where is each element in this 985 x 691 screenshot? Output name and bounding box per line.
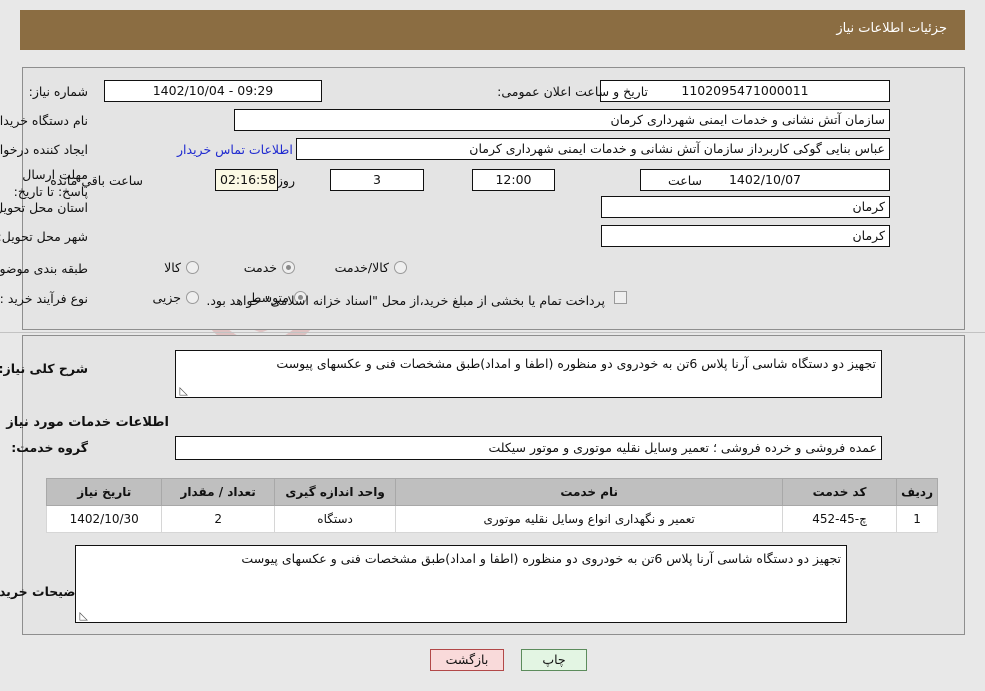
cell-quantity: 2 — [161, 505, 275, 533]
radio-dot-icon — [394, 261, 407, 274]
radio-purchase-jozei[interactable]: جزیی — [152, 290, 199, 305]
buyer-contact-link[interactable]: اطلاعات تماس خریدار — [177, 142, 293, 157]
table-row: 1 چ-45-452 تعمیر و نگهداری انواع وسایل ن… — [45, 505, 938, 533]
field-remaining-days: 3 — [330, 169, 424, 191]
cell-unit: دستگاه — [273, 505, 397, 533]
back-button[interactable]: بازگشت — [430, 649, 504, 671]
radio-category-kala-khedmat[interactable]: کالا/خدمت — [335, 260, 407, 275]
field-requester: عباس بنایی گوکی کاربرداز سازمان آتش نشان… — [296, 138, 890, 160]
radio-label: خدمت — [243, 260, 277, 275]
services-table: ردیف کد خدمت نام خدمت واحد اندازه گیری ت… — [45, 478, 938, 533]
buyer-notes-text: تجهیز دو دستگاه شاسی آرنا پلاس 6تن به خو… — [241, 551, 841, 566]
label-service-group: گروه خدمت: — [11, 440, 88, 455]
label-city: شهر محل تحویل: — [0, 229, 88, 244]
label-announce-datetime: تاریخ و ساعت اعلان عمومی: — [497, 84, 648, 99]
label-category: طبقه بندی موضوعی: — [0, 261, 88, 276]
print-button[interactable]: چاپ — [521, 649, 587, 671]
table-header-row: ردیف کد خدمت نام خدمت واحد اندازه گیری ت… — [45, 478, 938, 506]
cell-service-code: چ-45-452 — [781, 505, 898, 533]
field-announce-datetime: 1402/10/04 - 09:29 — [104, 80, 322, 102]
th-need-date: تاریخ نیاز — [45, 478, 163, 506]
field-buyer-org: سازمان آتش نشانی و خدمات ایمنی شهرداری ک… — [234, 109, 890, 131]
label-countdown-suffix: ساعت باقي مانده — [50, 173, 143, 188]
field-need-summary: تجهیز دو دستگاه شاسی آرنا پلاس 6تن به خو… — [175, 350, 882, 398]
cell-radif: 1 — [896, 505, 938, 533]
page-root: AriaTender.net جزئیات اطلاعات نیاز شماره… — [0, 0, 985, 691]
field-province: کرمان — [601, 196, 890, 218]
radio-category-khedmat[interactable]: خدمت — [244, 260, 295, 275]
need-summary-text: تجهیز دو دستگاه شاسی آرنا پلاس 6تن به خو… — [276, 356, 876, 371]
label-purchase-type: نوع فرآیند خرید : — [0, 291, 88, 306]
page-title: جزئیات اطلاعات نیاز — [836, 21, 947, 36]
radio-label: جزیی — [152, 290, 181, 305]
checkbox-treasury-bonds[interactable] — [614, 291, 627, 304]
label-requester: ایجاد کننده درخواست: — [0, 142, 88, 157]
resize-grip-icon[interactable]: ◺ — [178, 385, 188, 396]
resize-grip-icon[interactable]: ◺ — [78, 610, 88, 621]
note-treasury-bonds: پرداخت تمام یا بخشی از مبلغ خرید،از محل … — [206, 293, 605, 308]
radio-dot-icon — [186, 291, 199, 304]
label-province: استان محل تحویل: — [0, 200, 88, 215]
field-service-group: عمده فروشی و خرده فروشی ؛ تعمیر وسایل نق… — [175, 436, 882, 460]
cell-service-name: تعمیر و نگهداری انواع وسایل نقلیه موتوری — [395, 505, 783, 533]
label-need-summary: شرح کلی نیاز: — [0, 361, 88, 376]
page-header-band: جزئیات اطلاعات نیاز — [20, 10, 965, 50]
radio-category-kala[interactable]: کالا — [164, 260, 199, 275]
cell-need-date: 1402/10/30 — [45, 505, 163, 533]
field-buyer-notes: تجهیز دو دستگاه شاسی آرنا پلاس 6تن به خو… — [75, 545, 847, 623]
services-section-title: اطلاعات خدمات مورد نیاز — [6, 415, 169, 430]
radio-label: کالا/خدمت — [334, 260, 389, 275]
label-buyer-org: نام دستگاه خریدار: — [0, 113, 88, 128]
label-need-number: شماره نیاز: — [28, 84, 88, 99]
th-service-code: کد خدمت — [781, 478, 898, 506]
th-radif: ردیف — [896, 478, 938, 506]
th-unit: واحد اندازه گیری — [273, 478, 397, 506]
field-countdown-timer: 02:16:58 — [215, 169, 278, 191]
radio-dot-icon — [186, 261, 199, 274]
radio-dot-icon — [282, 261, 295, 274]
field-deadline-time: 12:00 — [472, 169, 555, 191]
radio-label: کالا — [164, 260, 181, 275]
field-city: کرمان — [601, 225, 890, 247]
th-quantity: تعداد / مقدار — [161, 478, 275, 506]
th-service-name: نام خدمت — [395, 478, 783, 506]
label-deadline-time: ساعت — [667, 173, 702, 188]
panel-divider — [0, 332, 985, 333]
